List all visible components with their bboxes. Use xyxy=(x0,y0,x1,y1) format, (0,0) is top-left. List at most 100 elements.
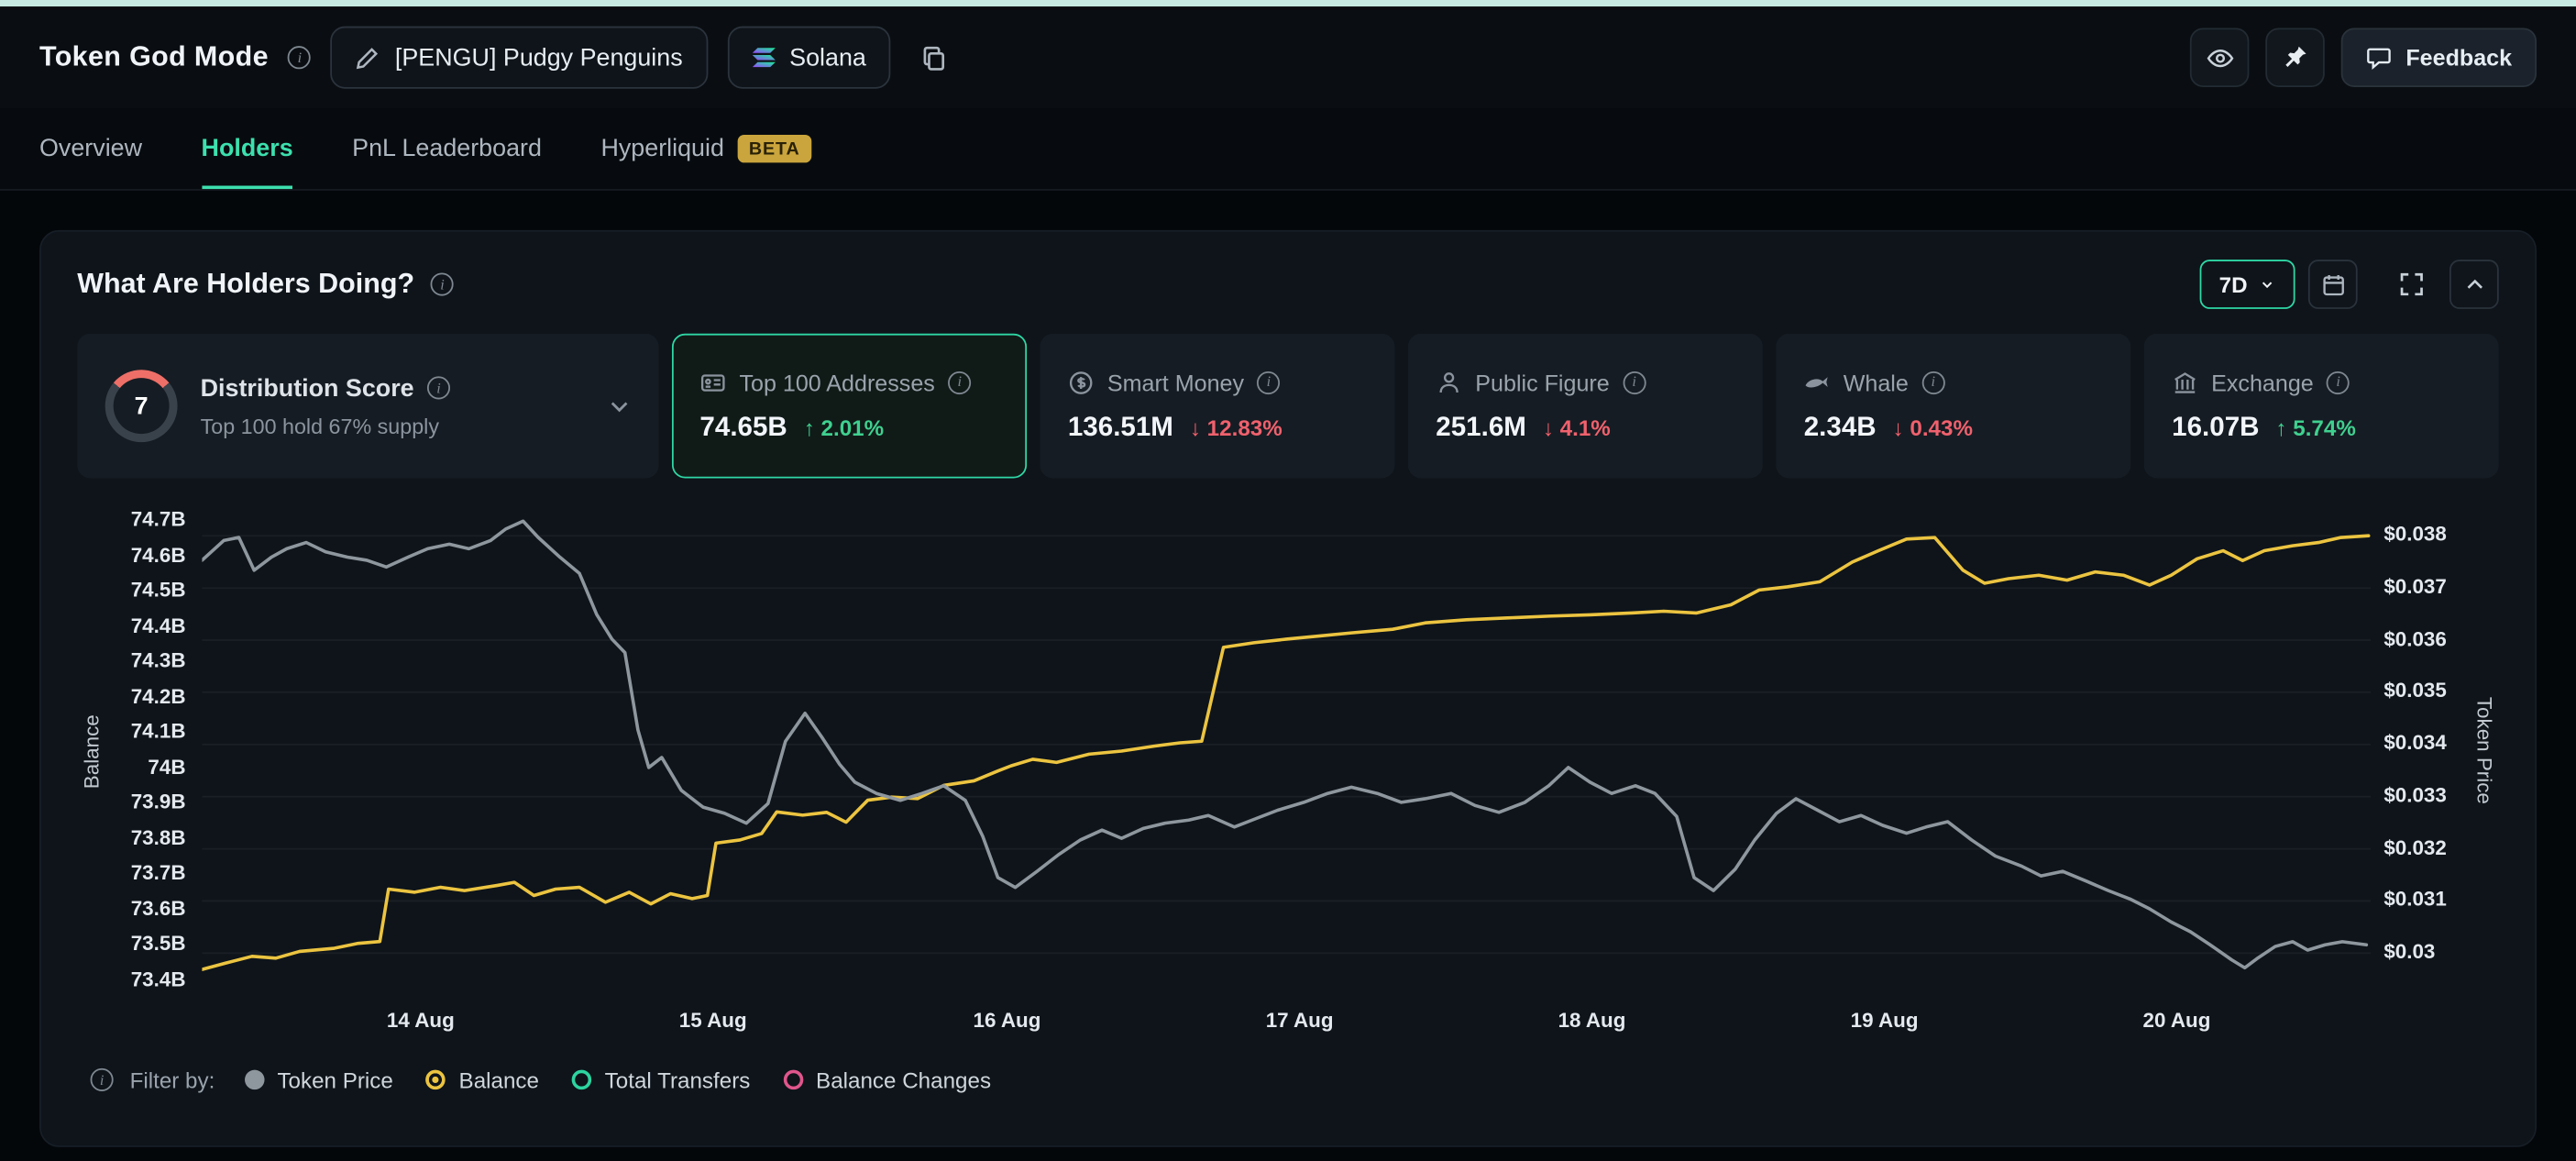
stat-value: 136.51M xyxy=(1068,412,1173,443)
bank-icon xyxy=(2172,369,2198,395)
legend-balance[interactable]: Balance xyxy=(426,1067,539,1092)
eye-icon xyxy=(2207,43,2234,71)
tab-hyperliquid[interactable]: Hyperliquid BETA xyxy=(600,108,811,189)
filter-by-label: Filter by: xyxy=(130,1067,215,1092)
stat-card-top-100-addresses[interactable]: Top 100 Addresses 74.65B ↑ 2.01% xyxy=(672,334,1027,479)
balance-tick: 74.1B xyxy=(131,720,186,743)
holders-chart[interactable] xyxy=(202,504,2371,998)
price-tick: $0.033 xyxy=(2383,783,2447,806)
tab-overview[interactable]: Overview xyxy=(39,108,142,189)
collapse-button[interactable] xyxy=(2449,260,2499,309)
price-tick: $0.031 xyxy=(2383,888,2447,911)
balance-tick: 74.7B xyxy=(131,508,186,531)
beta-badge: BETA xyxy=(737,135,811,162)
top-accent-bar xyxy=(0,0,2576,6)
copy-icon xyxy=(919,43,947,71)
stat-value: 251.6M xyxy=(1436,412,1526,443)
stat-change: ↓ 12.83% xyxy=(1190,415,1282,440)
legend-balance-changes[interactable]: Balance Changes xyxy=(783,1067,991,1092)
chain-selector[interactable]: Solana xyxy=(727,27,891,89)
balance-tick: 74.3B xyxy=(131,649,186,672)
tab-holders[interactable]: Holders xyxy=(202,108,293,189)
whale-icon xyxy=(1804,369,1831,395)
price-tick: $0.038 xyxy=(2383,523,2447,546)
chart-legend: Filter by: Token Price Balance Total Tra… xyxy=(77,1054,2499,1106)
info-icon xyxy=(2327,370,2350,393)
legend-token-price[interactable]: Token Price xyxy=(245,1067,393,1092)
tab-pnl-leaderboard[interactable]: PnL Leaderboard xyxy=(352,108,542,189)
calendar-icon xyxy=(2320,272,2345,297)
balance-axis-ticks: 74.7B 74.6B 74.5B 74.4B 74.3B 74.2B 74.1B 74B 73… xyxy=(106,504,202,998)
x-axis-label: 18 Aug xyxy=(1558,1009,1626,1032)
feedback-button[interactable]: Feedback xyxy=(2341,28,2537,87)
balance-tick: 73.5B xyxy=(131,933,186,956)
distribution-score-subtitle: Top 100 hold 67% supply xyxy=(201,414,450,438)
info-icon xyxy=(91,1068,114,1091)
stat-card-exchange[interactable]: Exchange 16.07B ↑ 5.74% xyxy=(2144,334,2499,479)
time-range-selector[interactable]: 7D xyxy=(2199,260,2295,309)
price-tick: $0.03 xyxy=(2383,940,2435,963)
balance-dot xyxy=(426,1070,446,1090)
stats-row: 7 Distribution Score Top 100 hold 67% su… xyxy=(77,334,2499,479)
stat-change: ↑ 2.01% xyxy=(804,415,884,440)
distribution-score-value: 7 xyxy=(105,370,178,442)
token-selector[interactable]: [PENGU] Pudgy Penguins xyxy=(331,27,708,89)
holders-chart-area: Balance 74.7B74.6B74.5B74.4B74.3B74.2B74… xyxy=(77,504,2499,1040)
token-price-dot xyxy=(245,1070,265,1090)
panel-header: What Are Holders Doing? 7D xyxy=(77,258,2499,310)
price-axis-ticks: $0.038 $0.037 $0.036 $0.035 $0.034 $0.033 $0.0… xyxy=(2371,504,2470,998)
balance-tick: 74.5B xyxy=(131,579,186,602)
info-icon xyxy=(1623,370,1646,393)
x-axis-label: 17 Aug xyxy=(1266,1009,1334,1032)
left-axis-title: Balance xyxy=(77,504,106,998)
tab-bar: Overview Holders PnL Leaderboard Hyperli… xyxy=(0,108,2576,191)
legend-total-transfers[interactable]: Total Transfers xyxy=(572,1067,751,1092)
coin-icon xyxy=(1068,369,1095,395)
price-tick: $0.032 xyxy=(2383,835,2447,858)
info-icon xyxy=(948,370,971,393)
price-tick: $0.035 xyxy=(2383,680,2447,702)
distribution-score-card[interactable]: 7 Distribution Score Top 100 hold 67% su… xyxy=(77,334,658,479)
info-icon xyxy=(431,272,454,295)
x-axis-labels: 14 Aug15 Aug16 Aug17 Aug18 Aug19 Aug20 A… xyxy=(202,998,2371,1041)
stat-value: 2.34B xyxy=(1804,412,1877,443)
solana-icon xyxy=(752,48,775,68)
balance-tick: 73.9B xyxy=(131,791,186,814)
info-icon xyxy=(288,46,311,69)
total-transfers-dot xyxy=(572,1070,592,1090)
balance-tick: 74.4B xyxy=(131,614,186,637)
price-tick: $0.036 xyxy=(2383,627,2447,650)
stat-card-smart-money[interactable]: Smart Money 136.51M ↓ 12.83% xyxy=(1040,334,1394,479)
feedback-label: Feedback xyxy=(2405,44,2512,71)
stat-change: ↓ 0.43% xyxy=(1893,415,1973,440)
stat-card-whale[interactable]: Whale 2.34B ↓ 0.43% xyxy=(1776,334,2130,479)
x-axis-label: 20 Aug xyxy=(2143,1009,2211,1032)
app-header: Token God Mode [PENGU] Pudgy Penguins So… xyxy=(0,6,2576,108)
fullscreen-button[interactable] xyxy=(2387,260,2437,309)
balance-tick: 74.2B xyxy=(131,685,186,708)
copy-address-button[interactable] xyxy=(910,28,956,87)
distribution-score-label: Distribution Score xyxy=(201,374,414,402)
stat-value: 74.65B xyxy=(699,412,787,443)
x-axis-label: 15 Aug xyxy=(679,1009,747,1032)
balance-changes-dot xyxy=(783,1070,803,1090)
distribution-score-gauge: 7 xyxy=(105,370,178,442)
pin-icon xyxy=(2283,44,2309,71)
stat-change: ↑ 5.74% xyxy=(2275,415,2355,440)
pin-button[interactable] xyxy=(2266,28,2326,87)
balance-tick: 74B xyxy=(148,756,185,779)
time-range-value: 7D xyxy=(2219,272,2248,297)
price-tick: $0.037 xyxy=(2383,575,2447,598)
balance-tick: 74.6B xyxy=(131,543,186,566)
info-icon xyxy=(1257,370,1280,393)
stat-card-public-figure[interactable]: Public Figure 251.6M ↓ 4.1% xyxy=(1408,334,1763,479)
balance-tick: 73.8B xyxy=(131,826,186,849)
page-title: Token God Mode xyxy=(39,41,269,74)
price-tick: $0.034 xyxy=(2383,731,2447,754)
person-icon xyxy=(1436,369,1462,395)
watchlist-button[interactable] xyxy=(2191,28,2251,87)
info-icon xyxy=(1921,370,1944,393)
token-selector-label: [PENGU] Pudgy Penguins xyxy=(395,43,683,71)
token-god-mode-app: Token God Mode [PENGU] Pudgy Penguins So… xyxy=(0,0,2576,1160)
calendar-button[interactable] xyxy=(2308,260,2358,309)
